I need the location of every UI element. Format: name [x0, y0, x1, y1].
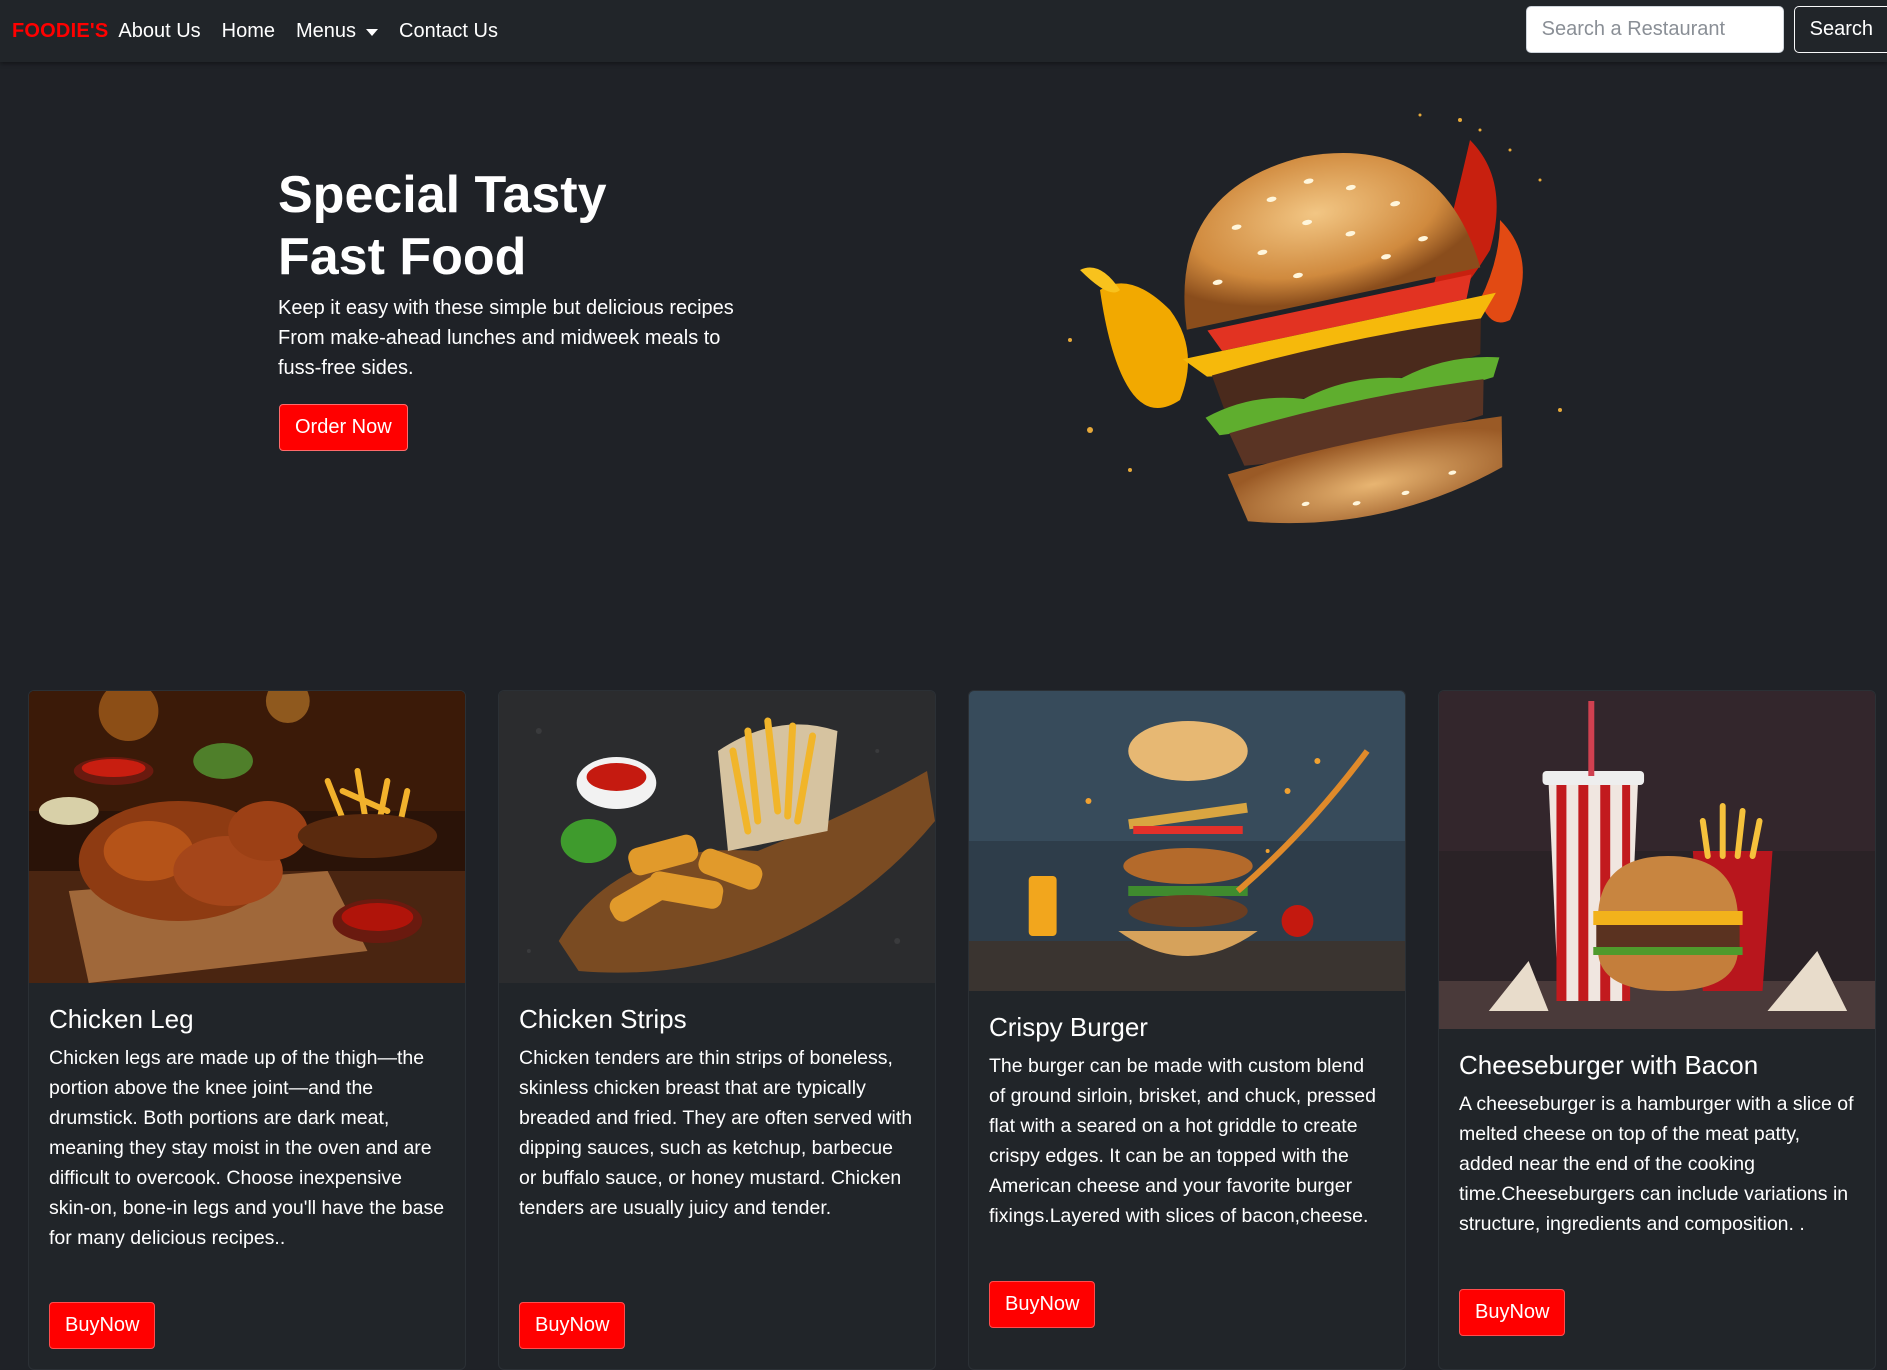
nav-dropdown-menus[interactable]: Menus [296, 19, 379, 43]
search-input[interactable] [1525, 6, 1784, 53]
nav-dropdown-menus-label: Menus [296, 19, 357, 42]
chicken-strips-image [499, 691, 935, 983]
hero-title: Special Tasty Fast Food [278, 164, 798, 288]
search-form: Search [1525, 6, 1887, 53]
buy-now-button[interactable]: BuyNow [49, 1302, 156, 1349]
card-text: Chicken legs are made up of the thigh—th… [49, 1047, 445, 1249]
search-button[interactable]: Search [1793, 6, 1887, 53]
buy-now-button[interactable]: BuyNow [989, 1281, 1096, 1328]
caret-down-icon [366, 28, 379, 36]
nav-link-contact-us[interactable]: Contact Us [399, 20, 498, 43]
cheeseburger-image [1439, 691, 1875, 1029]
product-card-chicken-strips: Chicken Strips Chicken tenders are thin … [498, 690, 936, 1370]
hero-subtitle: Keep it easy with these simple but delic… [278, 297, 734, 379]
hero-burger-image [1068, 113, 1562, 524]
card-text: Chicken tenders are thin strips of bonel… [519, 1047, 913, 1219]
product-card-crispy-burger: Crispy Burger The burger can be made wit… [968, 690, 1406, 1370]
hero-title-line-2: Fast Food [278, 228, 527, 286]
card-text: A cheeseburger is a hamburger with a sli… [1459, 1093, 1854, 1235]
order-now-button[interactable]: Order Now [279, 404, 408, 451]
card-title: Chicken Leg [49, 1004, 194, 1034]
card-title: Cheeseburger with Bacon [1459, 1050, 1759, 1080]
nav-link-about-us[interactable]: About Us [118, 20, 200, 43]
buy-now-button[interactable]: BuyNow [519, 1302, 626, 1349]
brand-logo[interactable]: FOODIE'S [12, 20, 108, 43]
product-card-cheeseburger-with-bacon: Cheeseburger with Bacon A cheeseburger i… [1438, 690, 1876, 1370]
navbar: FOODIE'S About Us Home Menus Contact Us … [0, 0, 1887, 62]
product-card-chicken-leg: Chicken Leg Chicken legs are made up of … [28, 690, 466, 1370]
buy-now-button[interactable]: BuyNow [1459, 1289, 1566, 1336]
hero-title-line-1: Special Tasty [278, 166, 607, 224]
crispy-burger-image [969, 691, 1405, 991]
card-title: Chicken Strips [519, 1004, 687, 1034]
chicken-leg-image [29, 691, 465, 983]
card-title: Crispy Burger [989, 1012, 1148, 1042]
nav-link-home[interactable]: Home [222, 20, 275, 43]
card-text: The burger can be made with custom blend… [989, 1055, 1376, 1227]
